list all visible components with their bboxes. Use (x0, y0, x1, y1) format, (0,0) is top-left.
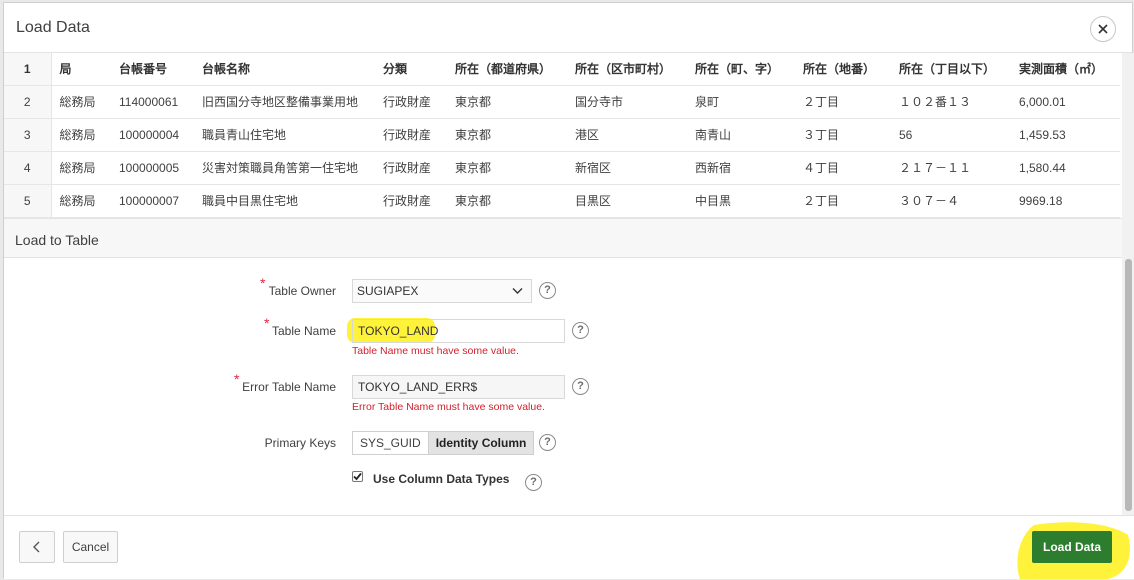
table-cell: 職員中目黒住宅地 (194, 184, 375, 218)
table-row: 2 総務局 114000061 旧西国分寺地区整備事業用地 行政財産 東京都 国… (4, 85, 1120, 119)
dialog-body: 1 局 台帳番号 台帳名称 分類 所在（都道府県） 所在（区市町村） 所在（町、… (4, 53, 1134, 515)
table-cell: １０２番１３ (891, 85, 1011, 119)
data-preview-table: 1 局 台帳番号 台帳名称 分類 所在（都道府県） 所在（区市町村） 所在（町、… (4, 53, 1120, 218)
table-name-error: Table Name must have some value. (352, 345, 519, 357)
table-cell: 114000061 (111, 85, 194, 119)
back-button[interactable] (19, 531, 55, 563)
table-name-input[interactable]: TOKYO_LAND (352, 319, 565, 343)
table-cell: ４丁目 (795, 151, 891, 185)
table-cell: 総務局 (51, 85, 111, 119)
dialog-footer: Cancel Load Data (4, 515, 1134, 579)
table-cell: 災害対策職員角筈第一住宅地 (194, 151, 375, 185)
help-icon[interactable]: ? (539, 282, 556, 299)
chevron-down-icon (512, 288, 523, 294)
table-cell: ３０７－４ (891, 184, 1011, 218)
table-owner-value: SUGIAPEX (357, 284, 419, 298)
table-cell: 総務局 (51, 184, 111, 218)
column-header: 1 (4, 53, 52, 86)
table-cell: 100000004 (111, 118, 194, 152)
primary-key-option-identity-column[interactable]: Identity Column (428, 432, 534, 454)
table-cell: 南青山 (687, 118, 795, 152)
help-icon[interactable]: ? (572, 322, 589, 339)
table-cell: 旧西国分寺地区整備事業用地 (194, 85, 375, 119)
column-header: 台帳番号 (111, 53, 194, 86)
close-button[interactable] (1090, 16, 1116, 42)
column-header: 局 (51, 53, 111, 86)
table-cell: 5 (4, 184, 52, 218)
table-cell: 東京都 (447, 151, 567, 185)
table-cell: 国分寺市 (567, 85, 687, 119)
use-column-types-checkbox[interactable] (352, 471, 363, 482)
table-cell: 100000007 (111, 184, 194, 218)
table-cell: 総務局 (51, 118, 111, 152)
load-to-table-section-header: Load to Table (4, 218, 1122, 258)
table-cell: 総務局 (51, 151, 111, 185)
table-row: 3 総務局 100000004 職員青山住宅地 行政財産 東京都 港区 南青山 … (4, 118, 1120, 152)
table-cell: 行政財産 (375, 85, 447, 119)
table-cell: 1,580.44 (1011, 151, 1120, 185)
column-header: 実測面積（㎡） (1011, 53, 1120, 86)
column-header: 分類 (375, 53, 447, 86)
table-cell: 東京都 (447, 118, 567, 152)
help-icon[interactable]: ? (525, 474, 542, 491)
column-header: 台帳名称 (194, 53, 375, 86)
table-cell: 職員青山住宅地 (194, 118, 375, 152)
table-cell: 6,000.01 (1011, 85, 1120, 119)
chevron-left-icon (33, 541, 40, 553)
table-cell: 西新宿 (687, 151, 795, 185)
table-cell: ３丁目 (795, 118, 891, 152)
use-column-types-label: Use Column Data Types (373, 472, 510, 486)
cancel-button[interactable]: Cancel (63, 531, 118, 563)
column-header: 所在（町、字） (687, 53, 795, 86)
error-table-name-error: Error Table Name must have some value. (352, 401, 545, 413)
scrollbar[interactable] (1122, 53, 1134, 515)
table-name-label: Table Name (271, 324, 336, 338)
help-icon[interactable]: ? (572, 378, 589, 395)
table-cell: 東京都 (447, 85, 567, 119)
table-cell: 9969.18 (1011, 184, 1120, 218)
column-header: 所在（区市町村） (567, 53, 687, 86)
load-data-dialog: Load Data 1 局 台帳番号 台帳名称 分類 所在（都道府県） 所在（区… (3, 2, 1134, 579)
table-cell: 港区 (567, 118, 687, 152)
table-cell: ２１７－１１ (891, 151, 1011, 185)
table-cell: 中目黒 (687, 184, 795, 218)
error-table-name-label: Error Table Name (242, 380, 336, 394)
table-cell: 行政財産 (375, 184, 447, 218)
table-owner-label: Table Owner (268, 284, 336, 298)
table-cell: 行政財産 (375, 151, 447, 185)
table-row: 4 総務局 100000005 災害対策職員角筈第一住宅地 行政財産 東京都 新… (4, 151, 1120, 185)
table-row: 5 総務局 100000007 職員中目黒住宅地 行政財産 東京都 目黒区 中目… (4, 184, 1120, 218)
table-cell: 3 (4, 118, 52, 152)
table-cell: ２丁目 (795, 85, 891, 119)
primary-keys-toggle: SYS_GUID Identity Column (352, 431, 535, 455)
error-table-name-input[interactable]: TOKYO_LAND_ERR$ (352, 375, 565, 399)
table-cell: 泉町 (687, 85, 795, 119)
table-cell: 100000005 (111, 151, 194, 185)
table-cell: 1,459.53 (1011, 118, 1120, 152)
table-cell: 行政財産 (375, 118, 447, 152)
primary-keys-label: Primary Keys (264, 436, 336, 450)
table-cell: 56 (891, 118, 1011, 152)
dialog-title-bar: Load Data (4, 3, 1132, 53)
table-cell: 新宿区 (567, 151, 687, 185)
table-cell: 目黒区 (567, 184, 687, 218)
load-data-button[interactable]: Load Data (1032, 531, 1112, 563)
table-cell: 4 (4, 151, 52, 185)
table-cell: 東京都 (447, 184, 567, 218)
column-header: 所在（地番） (795, 53, 891, 86)
table-header-row: 1 局 台帳番号 台帳名称 分類 所在（都道府県） 所在（区市町村） 所在（町、… (4, 53, 1120, 86)
table-cell: ２丁目 (795, 184, 891, 218)
table-owner-select[interactable]: SUGIAPEX (352, 279, 532, 303)
primary-key-option-sys-guid[interactable]: SYS_GUID (353, 432, 429, 454)
table-cell: 2 (4, 85, 52, 119)
help-icon[interactable]: ? (539, 434, 556, 451)
checkmark-icon (353, 472, 362, 481)
section-title: Load to Table (15, 232, 99, 248)
close-icon (1098, 24, 1108, 34)
scrollbar-thumb[interactable] (1125, 259, 1132, 511)
column-header: 所在（丁目以下） (891, 53, 1011, 86)
column-header: 所在（都道府県） (447, 53, 567, 86)
dialog-title: Load Data (16, 19, 90, 36)
